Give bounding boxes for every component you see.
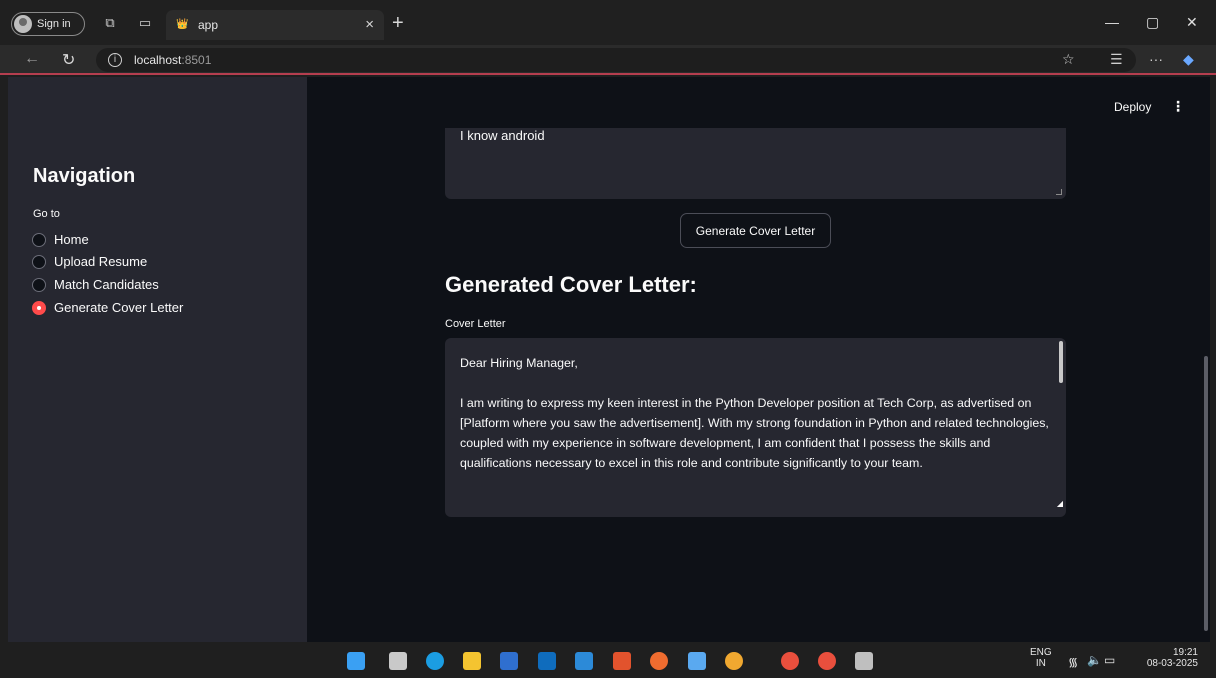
- deploy-button[interactable]: Deploy: [1114, 100, 1151, 114]
- language-bottom: IN: [1035, 658, 1046, 669]
- radio-home[interactable]: Home: [32, 232, 89, 247]
- goto-label: Go to: [33, 208, 60, 220]
- more-menu-icon[interactable]: ···: [1149, 51, 1163, 67]
- radio-label: Upload Resume: [54, 254, 148, 269]
- radio-label: Generate Cover Letter: [54, 300, 184, 315]
- chrome-profile-icon[interactable]: [818, 652, 836, 670]
- url-field[interactable]: i localhost:8501: [96, 48, 1136, 72]
- tab-close-icon[interactable]: ×: [365, 16, 374, 33]
- app-content: Navigation Go to Home Upload Resume Matc…: [8, 77, 1210, 642]
- task-view-icon[interactable]: [389, 652, 407, 670]
- sidebar: Navigation Go to Home Upload Resume Matc…: [8, 77, 307, 642]
- main-menu-icon[interactable]: ⋮: [1171, 98, 1185, 115]
- copilot-icon[interactable]: ◆: [1183, 51, 1194, 68]
- workspaces-icon[interactable]: ⧉: [103, 16, 117, 30]
- streamlit-favicon-icon: 👑: [176, 19, 189, 30]
- clock-time: 19:21: [1172, 647, 1198, 658]
- job-description-textarea[interactable]: I know android: [445, 128, 1066, 199]
- resize-handle-icon[interactable]: ◢: [1057, 494, 1063, 514]
- generate-cover-letter-button[interactable]: Generate Cover Letter: [680, 213, 831, 248]
- volume-icon[interactable]: 🔈: [1087, 653, 1102, 667]
- language-indicator[interactable]: ENG IN: [1030, 647, 1052, 669]
- minimize-button[interactable]: —: [1105, 14, 1119, 30]
- clock-date: 08-03-2025: [1146, 658, 1198, 669]
- screen: Sign in ⧉ ▭ 👑 app × + — ▢ ✕ ← ↻ i localh…: [0, 0, 1216, 678]
- radio-circle: [32, 277, 46, 292]
- chrome-profile-icon[interactable]: [781, 652, 799, 670]
- radio-circle: [32, 254, 46, 269]
- favorite-star-icon[interactable]: ☆: [1062, 51, 1075, 68]
- tab-actions-icon[interactable]: ▭: [138, 16, 152, 30]
- signin-button[interactable]: Sign in: [11, 12, 85, 36]
- radio-generate-cover-letter[interactable]: Generate Cover Letter: [32, 300, 183, 315]
- page-scrollbar[interactable]: [1204, 356, 1208, 631]
- restore-button[interactable]: ▢: [1146, 14, 1159, 31]
- refresh-icon[interactable]: ↻: [62, 50, 75, 70]
- url-host: localhost: [134, 53, 182, 67]
- postman-icon[interactable]: [650, 652, 668, 670]
- outlook-icon[interactable]: [538, 652, 556, 670]
- database-icon[interactable]: [855, 652, 873, 670]
- store-icon[interactable]: [500, 652, 518, 670]
- wifi-icon[interactable]: ᯾: [1068, 653, 1078, 670]
- cover-letter-textarea[interactable]: Dear Hiring Manager, I am writing to exp…: [445, 338, 1066, 517]
- windows-start-icon[interactable]: [347, 652, 365, 670]
- url-port: :8501: [181, 53, 212, 67]
- textarea-value: I know android: [460, 128, 545, 143]
- profile-avatar-icon: [14, 15, 32, 33]
- back-icon[interactable]: ←: [24, 50, 40, 68]
- new-tab-button[interactable]: +: [392, 12, 404, 35]
- sidebar-heading: Navigation: [33, 165, 136, 187]
- clock[interactable]: 19:21 08-03-2025: [1140, 647, 1198, 669]
- signin-label: Sign in: [37, 18, 71, 30]
- taskbar: ENG IN ᯾ 🔈 ▭ 19:21 08-03-2025: [0, 642, 1216, 678]
- notepad-icon[interactable]: [688, 652, 706, 670]
- radio-upload-resume[interactable]: Upload Resume: [32, 254, 147, 269]
- radio-label: Match Candidates: [54, 277, 159, 292]
- cover-letter-paragraph: I am writing to express my keen interest…: [460, 396, 1049, 470]
- tab-app[interactable]: 👑 app ×: [166, 10, 384, 40]
- favorites-list-icon[interactable]: ☰: [1110, 51, 1123, 68]
- radio-match-candidates[interactable]: Match Candidates: [32, 277, 159, 292]
- radio-circle: [32, 232, 46, 247]
- language-top: ENG: [1030, 647, 1052, 658]
- chrome-icon[interactable]: [725, 652, 743, 670]
- vscode-icon[interactable]: [575, 652, 593, 670]
- radio-circle-selected: [32, 300, 46, 315]
- site-info-icon[interactable]: i: [108, 53, 122, 67]
- file-explorer-icon[interactable]: [463, 652, 481, 670]
- close-window-button[interactable]: ✕: [1186, 14, 1198, 31]
- battery-icon[interactable]: ▭: [1104, 653, 1115, 667]
- address-bar: ← ↻ i localhost:8501 ☆ ☰ ··· ◆: [0, 45, 1216, 75]
- generated-heading: Generated Cover Letter:: [445, 272, 697, 297]
- radio-label: Home: [54, 232, 89, 247]
- cover-letter-label: Cover Letter: [445, 318, 506, 330]
- edge-icon[interactable]: [426, 652, 444, 670]
- cover-letter-paragraph: Dear Hiring Manager,: [460, 356, 578, 370]
- xampp-icon[interactable]: [613, 652, 631, 670]
- resize-handle-icon[interactable]: [1056, 189, 1062, 195]
- textarea-scrollbar[interactable]: [1059, 341, 1063, 383]
- tab-title: app: [198, 18, 219, 32]
- browser-titlebar: Sign in ⧉ ▭ 👑 app × + — ▢ ✕: [0, 0, 1216, 45]
